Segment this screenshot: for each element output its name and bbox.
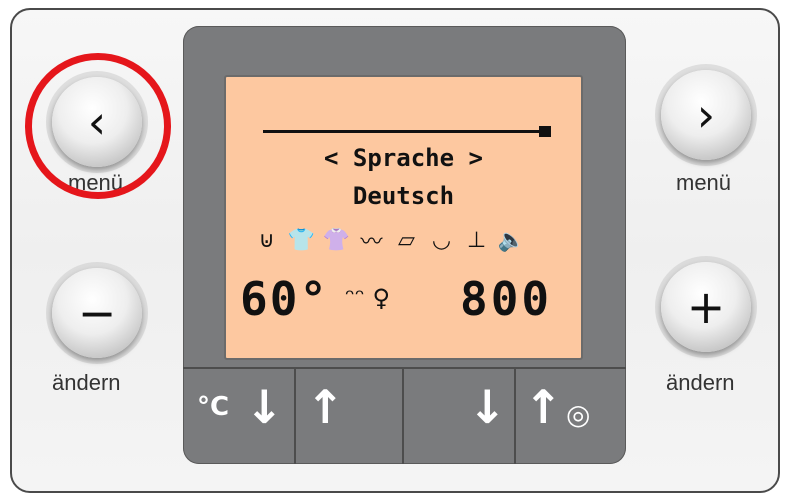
increase-label: ändern [666, 370, 735, 395]
temperature-readout: 60° [240, 272, 330, 326]
arrow-down-icon: ↓ [245, 380, 284, 434]
rinse-icon: ◡ [431, 227, 452, 253]
shirt-icon: 👕 [287, 227, 316, 253]
arrow-down-icon: ↓ [468, 380, 507, 434]
increase-button[interactable]: + [661, 262, 751, 352]
minus-icon: − [77, 286, 117, 340]
menu-forward-button[interactable]: › [661, 70, 751, 160]
spin-speed-readout: 800 [460, 272, 553, 326]
spin-down-key[interactable]: ↓ [404, 370, 513, 462]
status-icons: ᵔᵔ ♀ [345, 284, 391, 312]
spin-icon: ◎ [566, 398, 591, 431]
prewash-icon: ⊍ [258, 227, 275, 253]
decrease-button[interactable]: − [52, 268, 142, 358]
temperature-down-key[interactable]: °C ↓ [185, 370, 293, 462]
decrease-label: ändern [52, 370, 121, 395]
menu-forward-label: menü [676, 170, 732, 195]
arrow-up-icon: ↑ [524, 380, 563, 434]
arrow-up-icon: ↑ [306, 380, 345, 434]
temperature-up-key[interactable]: ↑ [296, 370, 402, 462]
lcd-menu-value: Deutsch [352, 182, 455, 210]
celsius-label: °C [197, 392, 230, 422]
speaker-icon: 🔈 [497, 227, 526, 253]
program-icons-row: ⊍ 👕 👚 〰 ▱ ◡ ⊥ 🔈 [250, 225, 528, 256]
progress-bar [263, 130, 541, 133]
lcd-menu-title: < Sprache > [324, 144, 483, 172]
chevron-right-icon: › [696, 88, 716, 142]
spin-up-key[interactable]: ↑ ◎ [516, 370, 624, 462]
iron-icon: ▱ [398, 227, 415, 253]
wash-icon: 〰 [360, 230, 383, 255]
shirt-easy-icon: 👚 [322, 227, 351, 253]
plus-icon: + [686, 280, 726, 334]
drain-icon: ⊥ [466, 227, 487, 253]
progress-bar-end [539, 126, 551, 137]
highlight-ring [25, 53, 171, 199]
